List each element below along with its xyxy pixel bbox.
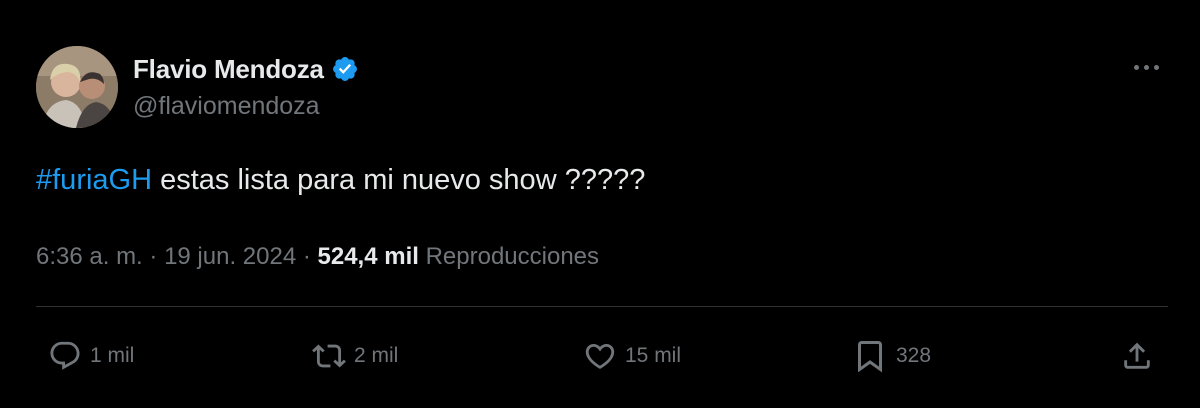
divider bbox=[36, 306, 1168, 307]
verified-badge-icon[interactable] bbox=[331, 55, 359, 83]
tweet-text: #furiaGH estas lista para mi nuevo show … bbox=[36, 164, 645, 197]
share-button[interactable] bbox=[1120, 336, 1154, 376]
bookmark-icon bbox=[852, 338, 888, 374]
more-dots-icon bbox=[1153, 64, 1159, 70]
reply-icon bbox=[48, 339, 82, 373]
repost-count: 2 mil bbox=[354, 344, 399, 367]
like-button[interactable]: 15 mil bbox=[583, 336, 681, 376]
more-options-button[interactable] bbox=[1124, 50, 1168, 84]
hashtag-link[interactable]: #furiaGH bbox=[36, 164, 152, 196]
tweet-time[interactable]: 6:36 a. m. bbox=[36, 243, 143, 270]
views-label: Reproducciones bbox=[418, 243, 600, 270]
repost-button[interactable]: 2 mil bbox=[312, 336, 398, 376]
heart-icon bbox=[583, 339, 617, 373]
more-dots-icon bbox=[1133, 64, 1139, 70]
repost-icon bbox=[312, 339, 346, 373]
bookmark-count: 328 bbox=[896, 344, 932, 367]
meta-separator: · bbox=[296, 243, 318, 270]
like-count: 15 mil bbox=[625, 344, 682, 367]
share-icon bbox=[1120, 339, 1154, 373]
bookmark-button[interactable]: 328 bbox=[852, 336, 931, 376]
author-display-name[interactable]: Flavio Mendoza bbox=[133, 54, 324, 85]
tweet-card[interactable]: Flavio Mendoza @flaviomendoza #furiaGH e… bbox=[0, 0, 1200, 408]
reply-button[interactable]: 1 mil bbox=[48, 336, 134, 376]
tweet-date[interactable]: 19 jun. 2024 bbox=[164, 243, 296, 270]
views-count: 524,4 mil bbox=[317, 243, 419, 270]
avatar[interactable] bbox=[36, 46, 118, 128]
author-name-row[interactable]: Flavio Mendoza bbox=[133, 52, 359, 86]
author-handle[interactable]: @flaviomendoza bbox=[133, 92, 320, 121]
meta-separator: · bbox=[142, 243, 165, 270]
tweet-meta: 6:36 a. m. · 19 jun. 2024 · 524,4 mil Re… bbox=[36, 243, 599, 271]
more-dots-icon bbox=[1143, 64, 1149, 70]
tweet-body: estas lista para mi nuevo show ????? bbox=[152, 164, 646, 196]
reply-count: 1 mil bbox=[90, 344, 135, 367]
